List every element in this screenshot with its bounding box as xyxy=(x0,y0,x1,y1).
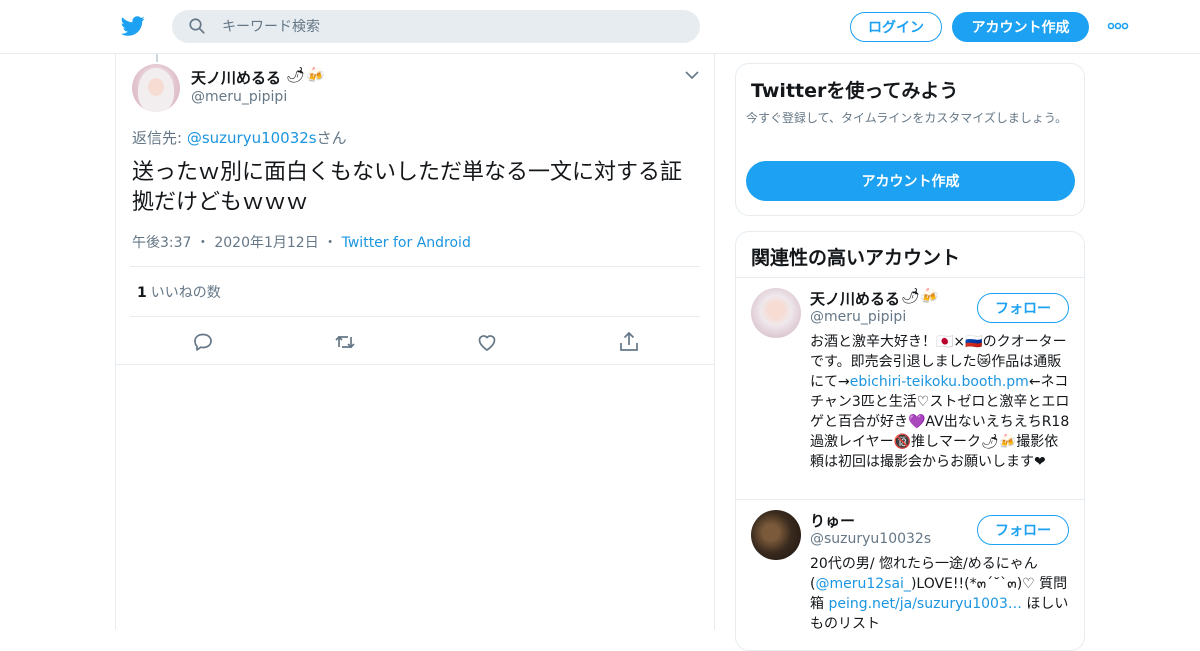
divider xyxy=(130,266,700,267)
bio-link[interactable]: @meru12sai_ xyxy=(815,576,910,592)
reply-icon[interactable] xyxy=(191,330,215,354)
author-name[interactable]: 天ノ川めるる xyxy=(191,67,281,88)
avatar[interactable] xyxy=(751,510,801,560)
avatar[interactable] xyxy=(751,288,801,338)
reply-prefix: 返信先: xyxy=(132,129,187,147)
tweet-date[interactable]: 2020年1月12日 xyxy=(214,235,318,251)
reply-handle-link[interactable]: @suzuryu10032s xyxy=(187,129,317,147)
chevron-down-icon[interactable] xyxy=(685,70,699,80)
avatar[interactable] xyxy=(132,64,180,112)
twitter-bird-icon[interactable] xyxy=(120,14,146,38)
thread-connector xyxy=(156,54,158,62)
top-navigation-bar: ログイン アカウント作成 xyxy=(0,0,1200,54)
author-handle[interactable]: @meru_pipipi xyxy=(191,89,287,105)
account-name[interactable]: りゅー xyxy=(810,510,855,531)
like-label: いいねの数 xyxy=(150,285,221,301)
tweet-source-link[interactable]: Twitter for Android xyxy=(342,235,471,251)
account-handle[interactable]: @meru_pipipi xyxy=(810,309,906,325)
divider xyxy=(130,316,700,317)
author-name-emoji: 🌶🍻 xyxy=(286,66,326,84)
follow-button[interactable]: フォロー xyxy=(977,293,1069,323)
account-bio: 20代の男/ 惚れたら一途/めるにゃん(@meru12sai_)LOVE!!(*… xyxy=(810,554,1072,634)
login-button[interactable]: ログイン xyxy=(850,12,942,42)
like-stats[interactable]: 1 いいねの数 xyxy=(137,282,221,302)
tweet-detail: 天ノ川めるる 🌶🍻 @meru_pipipi 返信先: @suzuryu1003… xyxy=(115,54,715,630)
related-account-item[interactable]: りゅー @suzuryu10032s フォロー 20代の男/ 惚れたら一途/める… xyxy=(736,500,1084,650)
like-count: 1 xyxy=(137,285,147,301)
retweet-icon[interactable] xyxy=(333,330,357,354)
tweet-metadata: 午後3:37 ・ 2020年1月12日 ・ Twitter for Androi… xyxy=(132,232,471,252)
reply-context: 返信先: @suzuryu10032sさん xyxy=(132,127,347,148)
meta-separator: ・ xyxy=(195,235,210,251)
bio-link[interactable]: ebichiri-teikoku.booth.pm xyxy=(850,374,1029,390)
tweet-text: 送ったｗ別に面白くもないしただ単なる一文に対する証拠だけどもｗｗｗ xyxy=(132,160,683,215)
account-bio: お酒と激辛大好き！🇯🇵×🇷🇺のクオーターです。即売会引退しました😿作品は通販にて… xyxy=(810,332,1072,472)
divider xyxy=(116,364,714,365)
reply-suffix: さん xyxy=(316,129,347,147)
related-accounts-title: 関連性の高いアカウント xyxy=(751,247,961,269)
bio-link[interactable]: peing.net/ja/suzuryu1003… xyxy=(828,596,1021,612)
follow-button[interactable]: フォロー xyxy=(977,515,1069,545)
like-heart-icon[interactable] xyxy=(475,330,499,354)
meta-separator: ・ xyxy=(323,235,338,251)
signup-card-title: Twitterを使ってみよう xyxy=(751,80,959,102)
share-icon[interactable] xyxy=(617,330,641,354)
search-input[interactable] xyxy=(222,10,682,43)
signup-card-button[interactable]: アカウント作成 xyxy=(746,161,1075,201)
search-box[interactable] xyxy=(172,10,700,43)
tweet-time[interactable]: 午後3:37 xyxy=(132,235,191,251)
account-name-emoji: 🌶🍻 xyxy=(901,287,939,305)
search-icon xyxy=(189,18,205,34)
account-name[interactable]: 天ノ川めるる xyxy=(810,288,900,309)
signup-card: Twitterを使ってみよう 今すぐ登録して、タイムラインをカスタマイズしましょ… xyxy=(735,63,1085,216)
more-icon[interactable] xyxy=(1107,20,1129,32)
account-handle[interactable]: @suzuryu10032s xyxy=(810,531,931,547)
related-accounts-card: 関連性の高いアカウント 天ノ川めるる 🌶🍻 @meru_pipipi フォロー … xyxy=(735,231,1085,651)
related-account-item[interactable]: 天ノ川めるる 🌶🍻 @meru_pipipi フォロー お酒と激辛大好き！🇯🇵×… xyxy=(736,278,1084,500)
signup-card-description: 今すぐ登録して、タイムラインをカスタマイズしましょう。 xyxy=(746,111,1068,125)
signup-button[interactable]: アカウント作成 xyxy=(952,12,1089,42)
